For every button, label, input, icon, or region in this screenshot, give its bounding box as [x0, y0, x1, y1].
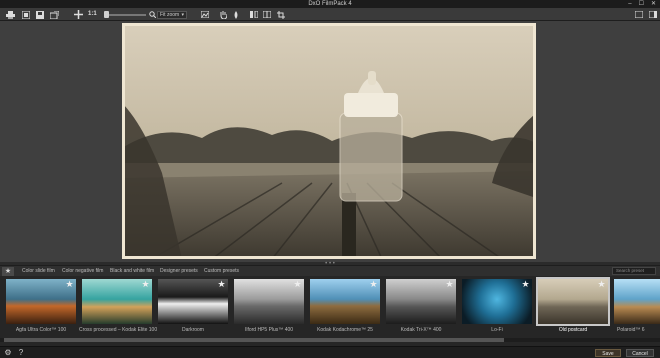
favorite-star-icon[interactable]: ★	[521, 280, 530, 289]
preset-scrollbar-thumb[interactable]	[4, 338, 504, 342]
preset-label: Darkroom	[182, 327, 204, 333]
preview-area	[0, 21, 660, 262]
maximize-button[interactable]: ☐	[639, 0, 644, 8]
preset-label: Cross processed – Kodak Elite 100	[79, 327, 158, 333]
close-button[interactable]: ✕	[651, 0, 656, 8]
save-icon[interactable]	[34, 9, 46, 20]
favorite-star-icon[interactable]: ★	[597, 280, 606, 289]
compare-icon[interactable]	[249, 9, 259, 20]
minimize-button[interactable]: –	[628, 0, 631, 8]
preset-label: Agfa Ultra Color™ 100	[15, 327, 67, 333]
preset-label: Polaroid™ 6	[617, 327, 645, 333]
save-button[interactable]: Save	[595, 349, 621, 357]
hand-icon[interactable]	[218, 9, 228, 20]
preset-thumbnail-selected[interactable]: ★	[536, 277, 610, 326]
help-icon[interactable]: ?	[16, 348, 26, 358]
preset-thumbnail[interactable]: ★	[6, 279, 76, 324]
photo-border	[122, 23, 536, 259]
preset-thumbnail[interactable]: ★	[158, 279, 228, 324]
cancel-button[interactable]: Cancel	[626, 349, 654, 357]
preset-thumbnail[interactable]: ★	[310, 279, 380, 324]
settings-gear-icon[interactable]: ⚙	[3, 348, 13, 358]
preset-thumbnail[interactable]: ★	[82, 279, 152, 324]
preset-search-input[interactable]: Search preset	[612, 267, 656, 275]
move-icon[interactable]	[72, 9, 84, 20]
preset-label-selected: Old postcard	[558, 327, 588, 333]
favorite-star-icon[interactable]: ★	[65, 280, 74, 289]
favorite-star-icon[interactable]: ★	[217, 280, 226, 289]
tab-custom-presets[interactable]: Custom presets	[204, 267, 239, 276]
print-icon[interactable]	[4, 9, 16, 20]
tab-designer-presets[interactable]: Designer presets	[160, 267, 198, 276]
zoom-slider[interactable]	[106, 14, 146, 16]
title-bar: DxO FilmPack 4 – ☐ ✕	[0, 0, 660, 8]
preset-tabs: ★ Color slide film Color negative film B…	[0, 265, 660, 276]
split-view-icon[interactable]	[262, 9, 272, 20]
preset-label: Kodak Tri-X™ 400	[400, 327, 442, 333]
tab-color-negative-film[interactable]: Color negative film	[62, 267, 103, 276]
fullscreen-icon[interactable]	[634, 9, 644, 20]
bottom-bar: ⚙ ? Save Cancel	[0, 346, 660, 358]
preset-thumbnail[interactable]: ★	[234, 279, 304, 324]
preset-thumbnail[interactable]: ★	[386, 279, 456, 324]
tab-black-and-white-film[interactable]: Black and white film	[110, 267, 154, 276]
favorite-star-icon[interactable]: ★	[293, 280, 302, 289]
preset-label: Lo-Fi	[491, 327, 503, 333]
preset-thumbnail[interactable]: ★	[462, 279, 532, 324]
zoom-mode-select[interactable]: Fit zoom ▾	[157, 11, 187, 19]
zoom-mode-value: Fit zoom	[160, 12, 180, 18]
window-controls: – ☐ ✕	[628, 0, 656, 8]
preset-label: Ilford HP5 Plus™ 400	[244, 327, 294, 333]
favorites-star-icon[interactable]: ★	[2, 267, 14, 276]
dropper-icon[interactable]	[231, 9, 241, 20]
favorite-star-icon[interactable]: ★	[445, 280, 454, 289]
image-icon[interactable]	[200, 9, 210, 20]
open-icon[interactable]	[20, 9, 32, 20]
panel-toggle-icon[interactable]	[648, 9, 658, 20]
favorite-star-icon[interactable]: ★	[369, 280, 378, 289]
window-title: DxO FilmPack 4	[308, 1, 352, 7]
chevron-down-icon: ▾	[181, 12, 184, 18]
zoom-slider-handle[interactable]	[104, 11, 109, 18]
zoom-ratio[interactable]: 1:1	[88, 9, 97, 20]
tab-color-slide-film[interactable]: Color slide film	[22, 267, 55, 276]
preset-strip: ★ ★ ★ ★ ★ ★ ★ ★ Agfa Ultra Color™ 100 Cr…	[0, 276, 660, 346]
export-icon[interactable]	[48, 9, 60, 20]
favorite-star-icon[interactable]: ★	[141, 280, 150, 289]
preset-scrollbar[interactable]	[0, 338, 660, 342]
magnifier-icon[interactable]	[148, 9, 156, 20]
preview-photo	[122, 23, 536, 259]
toolbar: 1:1 Fit zoom ▾	[0, 8, 660, 21]
preset-label: Kodak Kodachrome™ 25	[317, 327, 373, 333]
preset-thumbnail[interactable]	[614, 279, 660, 324]
crop-icon[interactable]	[276, 9, 286, 20]
